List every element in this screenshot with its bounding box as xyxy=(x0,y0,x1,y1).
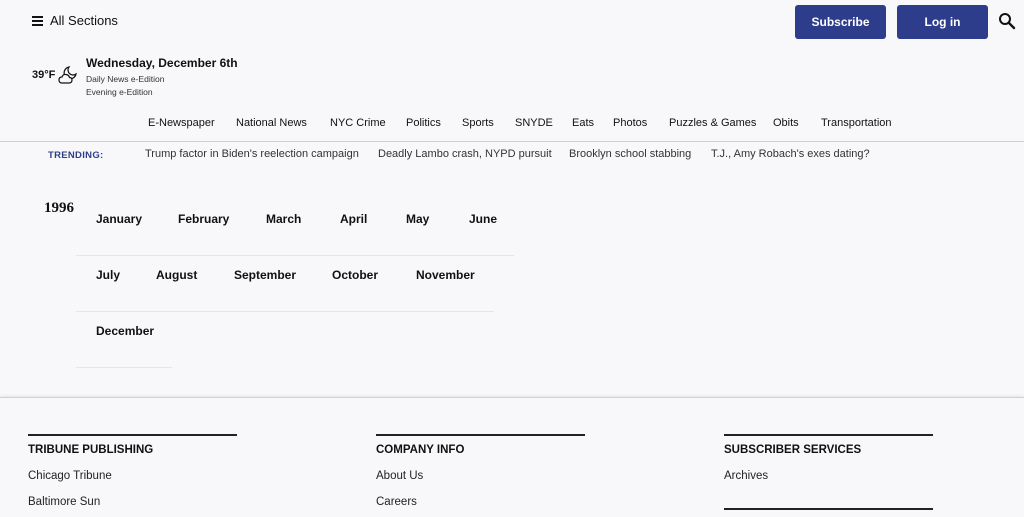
trending-bar: TRENDING: Trump factor in Biden's reelec… xyxy=(0,148,1024,164)
month-link-april[interactable]: April xyxy=(340,212,367,226)
month-link-july[interactable]: July xyxy=(96,268,120,282)
month-link-february[interactable]: February xyxy=(178,212,229,226)
archive-year: 1996 xyxy=(44,200,74,216)
site-footer: TRIBUNE PUBLISHING Chicago Tribune Balti… xyxy=(0,397,1024,517)
month-link-november[interactable]: November xyxy=(416,268,475,282)
nav-item-photos[interactable]: Photos xyxy=(613,117,647,129)
month-link-december[interactable]: December xyxy=(96,324,154,338)
nav-item-national-news[interactable]: National News xyxy=(236,117,307,129)
daily-edition-link[interactable]: Daily News e-Edition xyxy=(86,73,238,86)
main-nav: E-Newspaper National News NYC Crime Poli… xyxy=(0,117,1024,133)
site-header: All Sections Subscribe Log in 39°F Wedne… xyxy=(0,0,1024,142)
month-link-march[interactable]: March xyxy=(266,212,301,226)
date-block: Wednesday, December 6th Daily News e-Edi… xyxy=(86,56,238,99)
partly-cloudy-night-icon xyxy=(58,66,78,84)
footer-col-subscriber: SUBSCRIBER SERVICES Archives xyxy=(724,434,934,482)
login-button[interactable]: Log in xyxy=(897,5,988,39)
footer-heading: TRIBUNE PUBLISHING xyxy=(28,444,154,456)
month-row: January February March April May June xyxy=(76,200,514,256)
current-date: Wednesday, December 6th xyxy=(86,56,238,70)
month-link-may[interactable]: May xyxy=(406,212,429,226)
month-link-october[interactable]: October xyxy=(332,268,378,282)
nav-item-nyc-crime[interactable]: NYC Crime xyxy=(330,117,386,129)
nav-item-obits[interactable]: Obits xyxy=(773,117,799,129)
subscribe-button[interactable]: Subscribe xyxy=(795,5,886,39)
hamburger-menu-icon xyxy=(32,16,43,26)
nav-item-puzzles-games[interactable]: Puzzles & Games xyxy=(669,117,756,129)
footer-heading: SUBSCRIBER SERVICES xyxy=(724,444,862,456)
evening-edition-link[interactable]: Evening e-Edition xyxy=(86,86,238,99)
all-sections-label: All Sections xyxy=(50,13,118,28)
month-link-august[interactable]: August xyxy=(156,268,197,282)
all-sections-button[interactable]: All Sections xyxy=(32,13,118,28)
nav-item-eats[interactable]: Eats xyxy=(572,117,594,129)
nav-item-sports[interactable]: Sports xyxy=(462,117,494,129)
month-link-january[interactable]: January xyxy=(96,212,142,226)
footer-link[interactable]: Careers xyxy=(376,496,417,508)
footer-link[interactable]: About Us xyxy=(376,470,423,482)
trending-item[interactable]: Deadly Lambo crash, NYPD pursuit xyxy=(378,148,552,160)
month-row: December xyxy=(76,312,172,368)
trending-item[interactable]: Trump factor in Biden's reelection campa… xyxy=(145,148,359,160)
month-link-september[interactable]: September xyxy=(234,268,296,282)
month-link-june[interactable]: June xyxy=(469,212,497,226)
search-icon[interactable] xyxy=(998,12,1016,30)
month-row: July August September October November xyxy=(76,256,494,312)
footer-divider xyxy=(724,508,933,510)
nav-item-politics[interactable]: Politics xyxy=(406,117,441,129)
footer-link[interactable]: Archives xyxy=(724,470,768,482)
weather-temp: 39°F xyxy=(32,69,56,81)
trending-item[interactable]: T.J., Amy Robach's exes dating? xyxy=(711,148,870,160)
footer-link[interactable]: Chicago Tribune xyxy=(28,470,112,482)
trending-label: TRENDING: xyxy=(48,150,104,161)
footer-col-company: COMPANY INFO About Us Careers xyxy=(376,434,586,508)
nav-item-e-newspaper[interactable]: E-Newspaper xyxy=(148,117,215,129)
nav-item-snyde[interactable]: SNYDE xyxy=(515,117,553,129)
footer-col-tribune: TRIBUNE PUBLISHING Chicago Tribune Balti… xyxy=(28,434,238,508)
nav-item-transportation[interactable]: Transportation xyxy=(821,117,892,129)
footer-heading: COMPANY INFO xyxy=(376,444,465,456)
trending-item[interactable]: Brooklyn school stabbing xyxy=(569,148,691,160)
footer-link[interactable]: Baltimore Sun xyxy=(28,496,100,508)
weather-widget[interactable]: 39°F xyxy=(32,64,81,86)
